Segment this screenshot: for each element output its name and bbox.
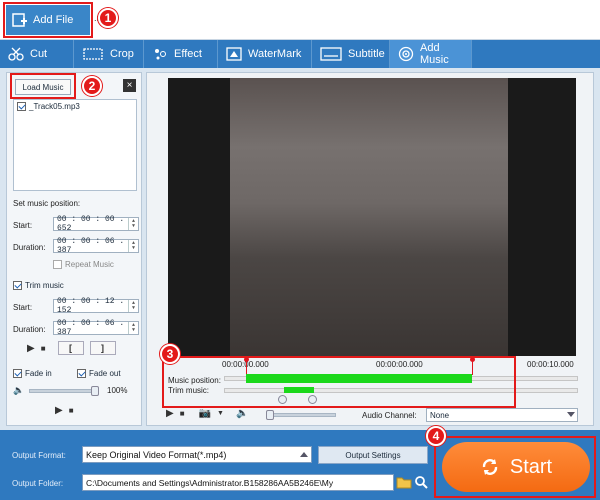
annotation-box-load-music <box>10 73 76 99</box>
audio-channel-select[interactable]: None <box>426 408 578 422</box>
volume-icon: 🔈 <box>13 385 25 395</box>
folder-icon[interactable] <box>396 476 412 489</box>
stepper-arrows-icon[interactable]: ▲ ▼ <box>128 322 138 334</box>
fade-in-checkbox[interactable]: Fade in <box>13 369 52 378</box>
list-item[interactable]: _Track05.mp3 <box>14 100 136 113</box>
crop-icon <box>83 48 103 60</box>
trim-start-value: 00 : 00 : 12 . 152 <box>57 297 125 315</box>
stepper-arrows-icon[interactable]: ▲ ▼ <box>128 240 138 252</box>
annotation-box-start <box>434 436 596 498</box>
music-icon <box>398 46 414 62</box>
chevron-down-icon[interactable]: ▼ <box>217 410 224 417</box>
close-icon[interactable]: × <box>123 79 136 92</box>
search-icon[interactable] <box>414 475 428 489</box>
start-time-stepper[interactable]: 00 : 00 : 00 . 652 ▲ ▼ <box>53 215 139 233</box>
tab-label: Cut <box>30 48 48 60</box>
output-folder-field[interactable]: C:\Documents and Settings\Administrator.… <box>82 474 394 491</box>
video-frame <box>230 78 508 356</box>
watermark-icon <box>226 47 242 61</box>
chevron-down-icon <box>567 412 575 417</box>
stop-icon[interactable]: ■ <box>180 409 185 418</box>
tab-add-music[interactable]: Add Music <box>390 40 472 68</box>
trim-music-checkbox[interactable]: Trim music <box>13 281 64 290</box>
preview-playback-controls: ▶ ■ <box>55 405 74 416</box>
annotation-badge-4: 4 <box>426 426 446 446</box>
tab-cut[interactable]: Cut <box>0 40 74 68</box>
music-panel: Load Music × _Track05.mp3 Set music posi… <box>6 72 142 426</box>
track-checkbox[interactable] <box>17 102 26 111</box>
fade-out-checkbox[interactable]: Fade out <box>77 369 121 378</box>
duration-value: 00 : 00 : 06 . 387 <box>57 237 125 255</box>
output-folder-label: Output Folder: <box>12 479 64 488</box>
player-controls: ▶ ■ 📷 ▼ 🔈 <box>166 408 248 419</box>
trim-duration-value: 00 : 00 : 06 . 387 <box>57 319 125 337</box>
stop-icon[interactable]: ■ <box>41 344 46 353</box>
trim-start-label: Start: <box>13 303 33 312</box>
repeat-music-label: Repeat Music <box>65 260 114 269</box>
output-format-value: Keep Original Video Format(*.mp4) <box>86 449 227 460</box>
scissors-icon <box>8 47 24 61</box>
start-time-value: 00 : 00 : 00 . 652 <box>57 215 125 233</box>
timeline-end-time: 00:00:10.000 <box>527 360 574 369</box>
duration-label: Duration: <box>13 243 46 252</box>
play-icon[interactable]: ▶ <box>55 405 63 416</box>
volume-value: 100% <box>107 386 128 395</box>
output-format-label: Output Format: <box>12 451 66 460</box>
trim-duration-stepper[interactable]: 00 : 00 : 06 . 387 ▲ ▼ <box>53 319 139 337</box>
annotation-box-add-file <box>3 2 93 38</box>
annotation-badge-3: 3 <box>160 344 180 364</box>
output-format-select[interactable]: Keep Original Video Format(*.mp4) <box>82 446 312 463</box>
music-playback-controls: ▶ ■ [ ] <box>27 341 116 355</box>
player-volume-handle[interactable] <box>266 410 274 420</box>
annotation-badge-2: 2 <box>82 76 102 96</box>
camera-icon[interactable]: 📷 <box>199 408 211 419</box>
play-icon[interactable]: ▶ <box>27 343 35 354</box>
checkbox-box[interactable] <box>13 369 22 378</box>
trim-start-stepper[interactable]: 00 : 00 : 12 . 152 ▲ ▼ <box>53 297 139 315</box>
audio-channel-label: Audio Channel: <box>362 411 417 420</box>
stepper-arrows-icon[interactable]: ▲ ▼ <box>128 300 138 312</box>
video-preview <box>168 78 576 356</box>
tab-bar: Cut Crop Effect WaterMark Subtitle Add M… <box>0 40 600 68</box>
tab-effect[interactable]: Effect <box>144 40 218 68</box>
duration-stepper[interactable]: 00 : 00 : 06 . 387 ▲ ▼ <box>53 237 139 255</box>
music-track-list[interactable]: _Track05.mp3 <box>13 99 137 191</box>
checkbox-box[interactable] <box>13 281 22 290</box>
set-end-button[interactable]: ] <box>89 341 116 355</box>
subtitle-icon <box>320 47 342 61</box>
output-folder-value: C:\Documents and Settings\Administrator.… <box>86 477 334 488</box>
audio-channel-value: None <box>430 410 450 420</box>
tab-label: Add Music <box>420 42 449 66</box>
trim-duration-label: Duration: <box>13 325 46 334</box>
volume-icon[interactable]: 🔈 <box>236 408 248 419</box>
tab-subtitle[interactable]: Subtitle <box>312 40 390 68</box>
set-position-label: Set music position: <box>13 199 81 208</box>
checkbox-box[interactable] <box>77 369 86 378</box>
volume-slider[interactable] <box>29 389 99 393</box>
fade-out-label: Fade out <box>89 369 121 378</box>
output-settings-button[interactable]: Output Settings <box>318 446 428 464</box>
effect-icon <box>155 49 166 60</box>
play-icon[interactable]: ▶ <box>166 408 174 419</box>
fade-in-label: Fade in <box>25 369 52 378</box>
start-label: Start: <box>13 221 33 230</box>
tab-crop[interactable]: Crop <box>74 40 144 68</box>
set-start-button[interactable]: [ <box>57 341 84 355</box>
annotation-badge-1: 1 <box>98 8 118 28</box>
checkbox-box[interactable] <box>53 260 62 269</box>
player-volume-slider[interactable] <box>266 413 336 417</box>
tab-label: Crop <box>110 48 134 60</box>
repeat-music-checkbox[interactable]: Repeat Music <box>53 260 114 269</box>
annotation-box-timeline <box>162 356 516 408</box>
trim-music-label: Trim music <box>25 281 64 290</box>
tab-watermark[interactable]: WaterMark <box>218 40 312 68</box>
tab-label: Effect <box>174 48 202 60</box>
stepper-arrows-icon[interactable]: ▲ ▼ <box>128 218 138 230</box>
track-name: _Track05.mp3 <box>29 102 80 111</box>
chevron-up-icon <box>300 452 308 457</box>
tab-label: Subtitle <box>348 48 385 60</box>
tab-label: WaterMark <box>248 48 302 60</box>
stop-icon[interactable]: ■ <box>69 406 74 415</box>
volume-slider-handle[interactable] <box>91 386 99 396</box>
